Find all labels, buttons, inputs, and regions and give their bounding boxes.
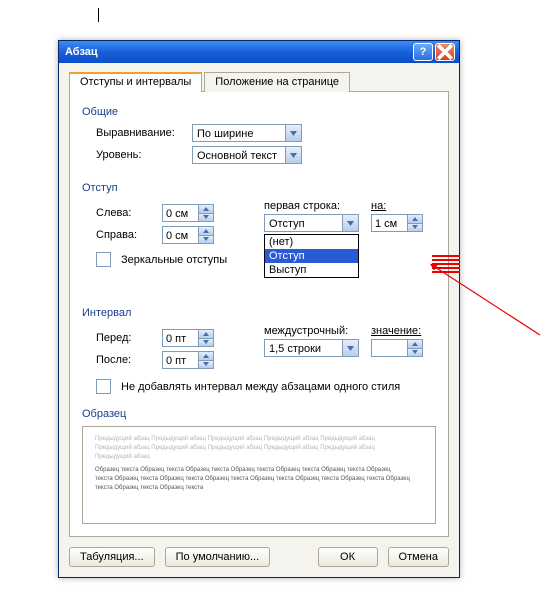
down-arrow-icon — [408, 224, 422, 232]
before-label: Перед: — [96, 332, 156, 344]
chevron-down-icon — [285, 147, 301, 163]
up-arrow-icon — [199, 205, 213, 214]
align-combo[interactable]: По ширине — [192, 124, 302, 142]
firstline-combo[interactable]: Отступ — [264, 214, 359, 232]
up-arrow-icon — [408, 215, 422, 224]
paragraph-dialog: Абзац ? Отступы и интервалы Положение на… — [58, 40, 460, 578]
ok-button[interactable]: ОК — [318, 547, 378, 567]
text-cursor — [98, 8, 99, 22]
value-spin[interactable] — [371, 339, 423, 357]
mirror-label: Зеркальные отступы — [121, 254, 227, 266]
linespacing-label: междустрочный: — [264, 325, 359, 337]
up-arrow-icon — [199, 227, 213, 236]
after-spin[interactable]: 0 пт — [162, 351, 214, 369]
help-button[interactable]: ? — [413, 43, 433, 61]
indent-left-label: Слева: — [96, 207, 156, 219]
chevron-down-icon — [342, 340, 358, 356]
close-icon — [436, 43, 454, 61]
align-value: По ширине — [193, 125, 285, 141]
level-value: Основной текст — [193, 147, 285, 163]
titlebar[interactable]: Абзац ? — [59, 41, 459, 63]
level-label: Уровень: — [96, 149, 186, 161]
cancel-button[interactable]: Отмена — [388, 547, 449, 567]
firstline-option-none[interactable]: (нет) — [265, 235, 358, 249]
indent-right-spin[interactable]: 0 см — [162, 226, 214, 244]
close-button[interactable] — [435, 43, 455, 61]
nospace-label: Не добавлять интервал между абзацами одн… — [121, 381, 400, 393]
down-arrow-icon — [199, 214, 213, 222]
by-spin[interactable]: 1 см — [371, 214, 423, 232]
tab-panel: Общие Выравнивание: По ширине Уровень: О… — [69, 92, 449, 537]
align-label: Выравнивание: — [96, 127, 186, 139]
group-indent: Отступ — [82, 182, 436, 194]
by-label: на: — [371, 200, 423, 212]
firstline-label: первая строка: — [264, 200, 359, 212]
group-interval: Интервал — [82, 307, 436, 319]
group-sample: Образец — [82, 408, 436, 420]
default-button[interactable]: По умолчанию... — [165, 547, 271, 567]
indent-right-label: Справа: — [96, 229, 156, 241]
tabs-button[interactable]: Табуляция... — [69, 547, 155, 567]
down-arrow-icon — [199, 339, 213, 347]
group-general: Общие — [82, 106, 436, 118]
down-arrow-icon — [408, 349, 422, 357]
up-arrow-icon — [199, 330, 213, 339]
mirror-checkbox[interactable] — [96, 252, 111, 267]
indent-left-spin[interactable]: 0 см — [162, 204, 214, 222]
nospace-checkbox[interactable] — [96, 379, 111, 394]
chevron-down-icon — [342, 215, 358, 231]
tab-position[interactable]: Положение на странице — [204, 72, 350, 92]
after-label: После: — [96, 354, 156, 366]
chevron-down-icon — [285, 125, 301, 141]
firstline-dropdown[interactable]: (нет) Отступ Выступ — [264, 234, 359, 278]
before-spin[interactable]: 0 пт — [162, 329, 214, 347]
window-title: Абзац — [65, 46, 411, 58]
linespacing-combo[interactable]: 1,5 строки — [264, 339, 359, 357]
firstline-option-indent[interactable]: Отступ — [265, 249, 358, 263]
tab-indents[interactable]: Отступы и интервалы — [69, 72, 202, 92]
up-arrow-icon — [199, 352, 213, 361]
up-arrow-icon — [408, 340, 422, 349]
preview-box: Предыдущий абзац Предыдущий абзац Предыд… — [82, 426, 436, 524]
value-label: значение: — [371, 325, 423, 337]
level-combo[interactable]: Основной текст — [192, 146, 302, 164]
tabstrip: Отступы и интервалы Положение на страниц… — [69, 71, 449, 92]
firstline-option-hanging[interactable]: Выступ — [265, 263, 358, 277]
button-row: Табуляция... По умолчанию... ОК Отмена — [69, 547, 449, 567]
annotation-scribble — [432, 253, 460, 273]
down-arrow-icon — [199, 361, 213, 369]
down-arrow-icon — [199, 236, 213, 244]
